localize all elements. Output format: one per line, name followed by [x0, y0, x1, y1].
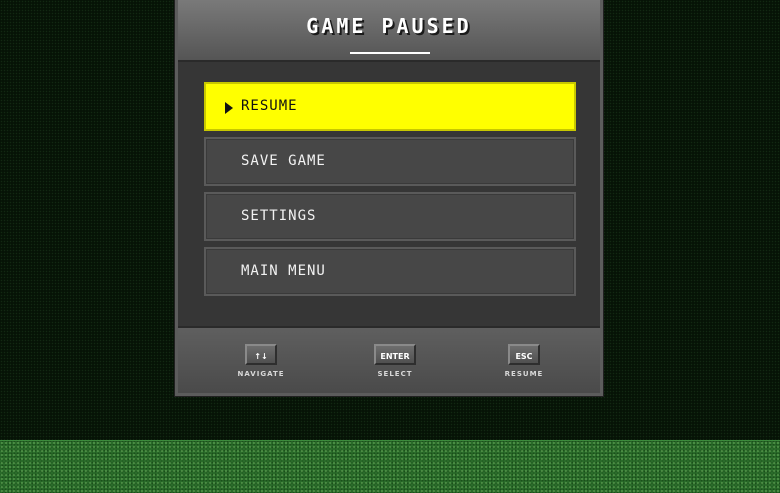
control-caption: NAVIGATE [237, 370, 285, 378]
menu-item-label: MAIN MENU [241, 263, 326, 279]
controls-footer: ↑↓ NAVIGATE ENTER SELECT ESC RESUME [178, 328, 600, 393]
menu-item-label: SAVE GAME [241, 153, 326, 169]
menu-item-main-menu[interactable]: MAIN MENU [204, 247, 576, 296]
arrow-keys-icon: ↑↓ [245, 344, 277, 365]
menu-item-settings[interactable]: SETTINGS [204, 192, 576, 241]
menu-item-label: SETTINGS [241, 208, 317, 224]
control-hint-select: ENTER SELECT [355, 344, 435, 378]
control-caption: RESUME [504, 370, 544, 378]
title-underline [350, 52, 430, 54]
menu-item-resume[interactable]: RESUME [204, 82, 576, 131]
menu-item-save-game[interactable]: SAVE GAME [204, 137, 576, 186]
grass-ground [0, 440, 780, 493]
pause-menu-header: GAME PAUSED [178, 0, 600, 62]
control-hint-resume: ESC RESUME [484, 344, 564, 378]
menu-item-label: RESUME [241, 98, 298, 114]
pause-title: GAME PAUSED [306, 14, 472, 38]
menu-list: RESUME SAVE GAME SETTINGS MAIN MENU [178, 62, 600, 328]
selection-arrow-icon [225, 102, 233, 114]
pause-menu-panel: GAME PAUSED RESUME SAVE GAME SETTINGS MA… [175, 0, 603, 396]
enter-key-icon: ENTER [374, 344, 416, 365]
control-caption: SELECT [377, 370, 413, 378]
esc-key-icon: ESC [508, 344, 540, 365]
control-hint-navigate: ↑↓ NAVIGATE [221, 344, 301, 378]
